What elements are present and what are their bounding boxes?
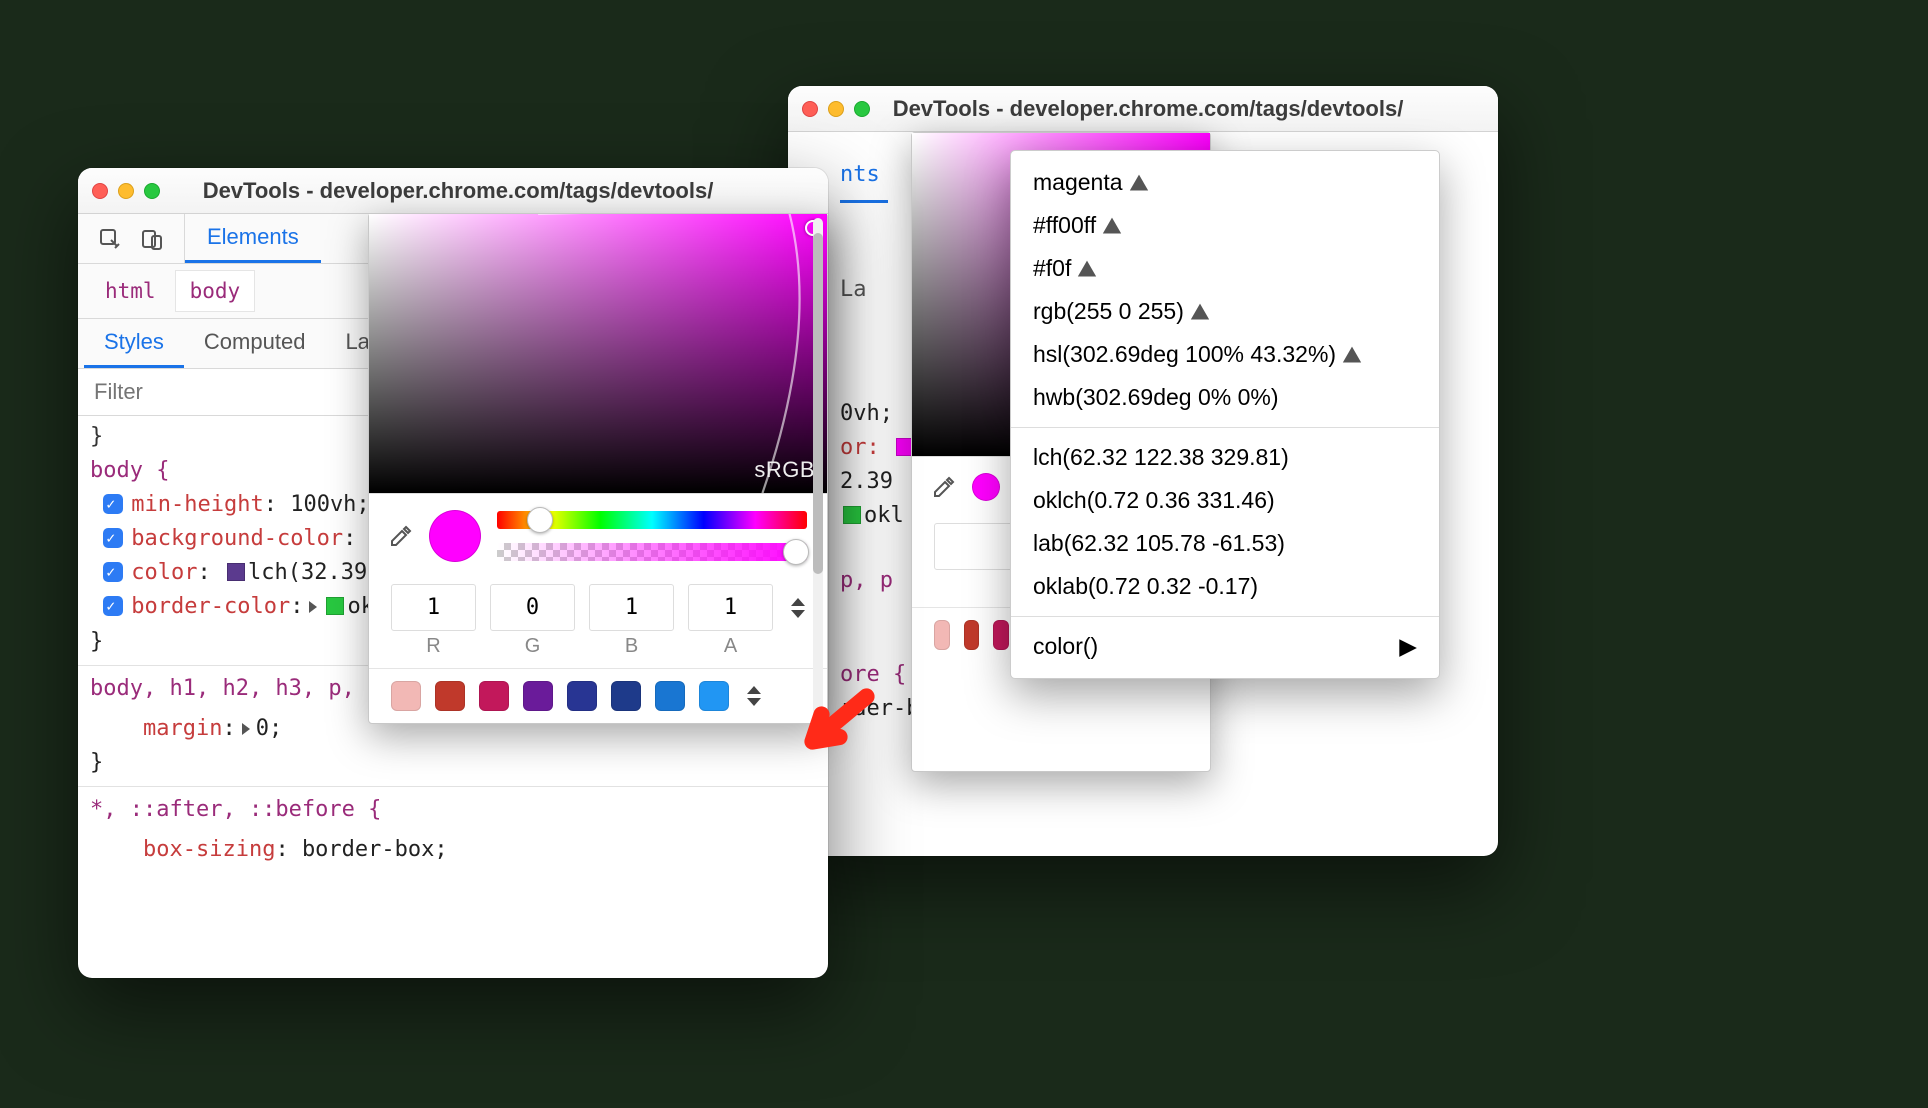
color-format-dropdown: magenta #ff00ff #f0f rgb(255 0 255) hsl(… [1010,150,1440,679]
crumb-html[interactable]: html [90,270,171,312]
channel-label: G [490,635,575,658]
titlebar: DevTools - developer.chrome.com/tags/dev… [78,168,828,214]
subtab-styles[interactable]: Styles [84,319,184,368]
dd-item[interactable]: oklab(0.72 0.32 -0.17) [1011,565,1439,608]
zoom-window-button[interactable] [854,101,870,117]
warning-icon [1190,298,1210,325]
zoom-window-button[interactable] [144,183,160,199]
eyedropper-icon[interactable] [389,524,413,548]
palette-swatch[interactable] [523,681,553,711]
device-toggle-icon[interactable] [140,227,164,251]
window-title: DevTools - developer.chrome.com/tags/dev… [172,178,814,204]
dd-item[interactable]: lab(62.32 105.78 -61.53) [1011,522,1439,565]
channel-r-input[interactable]: 1 [391,584,476,631]
warning-icon [1102,212,1122,239]
current-color-swatch [429,510,481,562]
warning-icon [1342,341,1362,368]
alpha-slider[interactable] [497,543,807,561]
palette-swatch[interactable] [567,681,597,711]
palette-swatch[interactable] [435,681,465,711]
subtab-computed[interactable]: Computed [184,319,326,368]
palette-swatch[interactable] [993,620,1009,650]
channel-g-input[interactable]: 0 [490,584,575,631]
traffic-lights [802,101,870,117]
hue-slider[interactable] [497,511,807,529]
decl-checkbox[interactable] [103,562,123,582]
dd-item[interactable]: oklch(0.72 0.36 331.46) [1011,479,1439,522]
titlebar: DevTools - developer.chrome.com/tags/dev… [788,86,1498,132]
color-picker-popup: sRGB 1 0 1 1 R G B A [368,213,828,724]
color-swatch-icon[interactable] [227,563,245,581]
inspect-element-icon[interactable] [98,227,122,251]
dd-item[interactable]: magenta [1011,161,1439,204]
minimize-window-button[interactable] [828,101,844,117]
gamut-label: sRGB [754,457,815,483]
decl-checkbox[interactable] [103,528,123,548]
palette-swatch[interactable] [934,620,950,650]
channel-label: A [688,635,773,658]
channel-b-input[interactable]: 1 [589,584,674,631]
palette-swatch[interactable] [479,681,509,711]
spectrum-area[interactable]: sRGB [369,214,827,494]
window-title: DevTools - developer.chrome.com/tags/dev… [882,96,1484,122]
palette-swatch[interactable] [699,681,729,711]
annotation-arrow-icon [790,683,880,779]
close-window-button[interactable] [802,101,818,117]
color-swatch-icon[interactable] [326,597,344,615]
tab-elements[interactable]: Elements [185,214,321,263]
decl-checkbox[interactable] [103,596,123,616]
close-window-button[interactable] [92,183,108,199]
minimize-window-button[interactable] [118,183,134,199]
channel-label: B [589,635,674,658]
dd-item[interactable]: rgb(255 0 255) [1011,290,1439,333]
channel-a-input[interactable]: 1 [688,584,773,631]
dd-item-color-fn[interactable]: color()▶ [1011,625,1439,668]
palette-swatch[interactable] [655,681,685,711]
expand-icon[interactable] [309,601,317,613]
palette-row [369,668,827,723]
palette-switch[interactable] [743,686,761,706]
eyedropper-icon[interactable] [932,475,956,499]
palette-swatch[interactable] [964,620,980,650]
traffic-lights [92,183,160,199]
dd-item[interactable]: hwb(302.69deg 0% 0%) [1011,376,1439,419]
color-format-switcher[interactable] [787,598,805,618]
current-color-swatch [972,473,1000,501]
decl-checkbox[interactable] [103,494,123,514]
dd-item[interactable]: lch(62.32 122.38 329.81) [1011,436,1439,479]
warning-icon [1077,255,1097,282]
scrollbar[interactable] [813,218,823,719]
warning-icon [1129,169,1149,196]
dd-item[interactable]: #f0f [1011,247,1439,290]
expand-icon[interactable] [242,723,250,735]
channel-label: R [391,635,476,658]
palette-swatch[interactable] [391,681,421,711]
chevron-right-icon: ▶ [1399,633,1417,660]
crumb-body[interactable]: body [175,270,256,312]
dd-item[interactable]: #ff00ff [1011,204,1439,247]
dd-item[interactable]: hsl(302.69deg 100% 43.32%) [1011,333,1439,376]
palette-swatch[interactable] [611,681,641,711]
